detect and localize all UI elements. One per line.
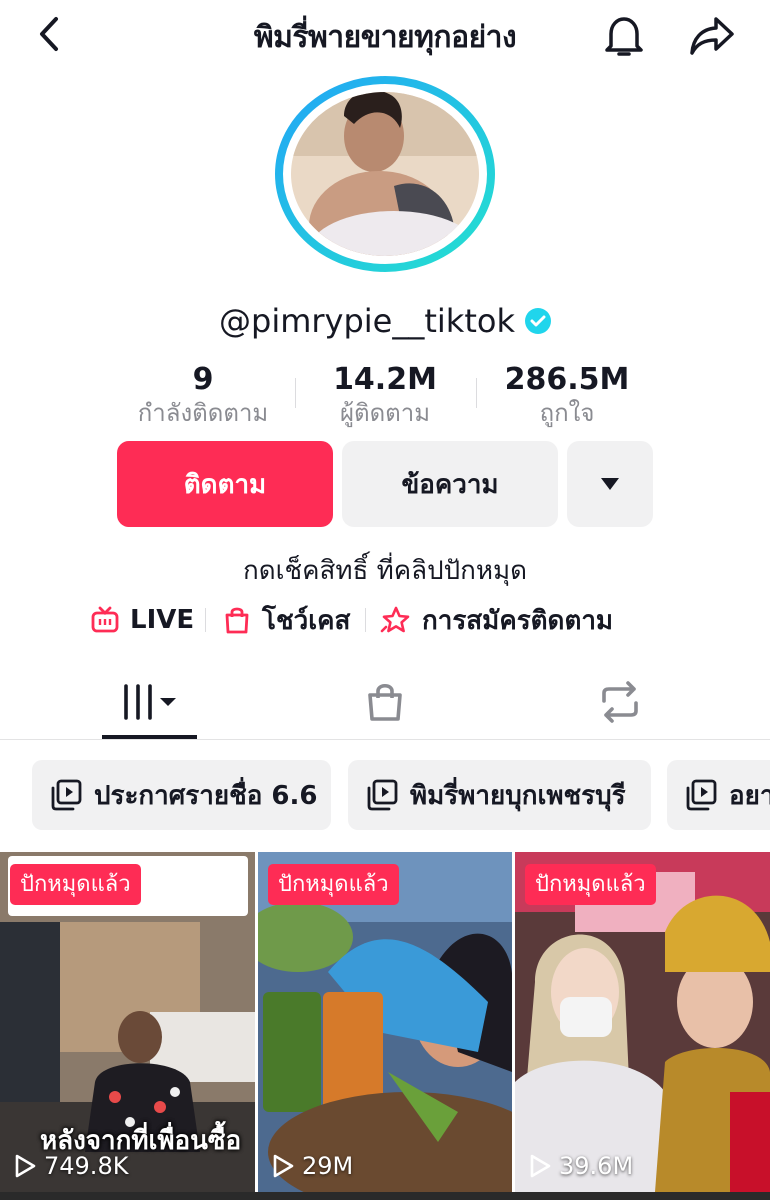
share-arrow-icon xyxy=(690,17,734,55)
play-icon xyxy=(273,1154,294,1178)
divider xyxy=(205,608,206,632)
stat-likes[interactable]: 286.5M ถูกใจ xyxy=(478,362,656,428)
share-button[interactable] xyxy=(684,12,740,60)
more-dropdown-button[interactable] xyxy=(567,441,653,527)
avatar-image xyxy=(275,76,495,272)
playlist-icon xyxy=(686,779,717,811)
stat-value: 286.5M xyxy=(504,362,630,397)
playlist-icon xyxy=(51,779,82,811)
video-thumbnail[interactable]: ปักหมุดแล้ว หลังจากที่เพื่อนซื้อ 749.8K xyxy=(0,852,255,1192)
repost-icon xyxy=(602,681,638,723)
playlist-chip[interactable]: ประกาศรายชื่อ 6.6 xyxy=(32,760,331,830)
playlist-label: อยา xyxy=(729,780,770,811)
username-row: @pimrypie__tiktok xyxy=(0,302,770,340)
bio-text: กดเช็คสิทธิ์ ที่คลิปปักหมุด xyxy=(242,556,528,586)
divider xyxy=(365,608,366,632)
stat-following[interactable]: 9 กำลังติดตาม xyxy=(112,362,294,428)
playlist-icon xyxy=(367,779,398,811)
caret-down-icon xyxy=(601,478,619,490)
stat-value: 9 xyxy=(192,362,214,397)
play-icon xyxy=(15,1154,36,1178)
stat-label: กำลังติดตาม xyxy=(137,399,269,427)
view-count-value: 749.8K xyxy=(44,1152,129,1180)
pinned-badge: ปักหมุดแล้ว xyxy=(10,864,141,905)
stats-row: 9 กำลังติดตาม 14.2M ผู้ติดตาม 286.5M ถูก… xyxy=(0,362,770,432)
avatar[interactable] xyxy=(274,76,496,272)
live-link[interactable]: LIVE xyxy=(90,600,194,640)
username: @pimrypie__tiktok xyxy=(219,302,515,340)
grid-icon xyxy=(123,684,176,720)
back-button[interactable] xyxy=(28,12,72,56)
star-subscription-icon xyxy=(380,606,410,633)
playlist-row: ประกาศรายชื่อ 6.6 พิมรี่พายบุกเพชรบุรี อ… xyxy=(0,760,770,832)
video-thumbnail[interactable]: ปักหมุดแล้ว 39.6M xyxy=(515,852,770,1192)
tv-live-icon xyxy=(91,606,119,633)
video-thumbnail[interactable]: ปักหมุดแล้ว 29M xyxy=(258,852,512,1192)
view-count: 749.8K xyxy=(14,1152,128,1180)
pinned-badge: ปักหมุดแล้ว xyxy=(268,864,399,905)
shopping-bag-icon xyxy=(225,607,249,634)
showcase-link[interactable]: โชว์เคส xyxy=(222,600,350,640)
view-count-value: 29M xyxy=(302,1152,354,1180)
shopping-bag-icon xyxy=(368,683,402,721)
chevron-left-icon xyxy=(40,17,58,51)
stat-label: ผู้ติดตาม xyxy=(339,399,431,427)
page-title: พิมรี่พายขายทุกอย่าง xyxy=(253,20,517,55)
view-count: 39.6M xyxy=(529,1152,633,1180)
subscription-link-label: การสมัครติดตาม xyxy=(422,605,614,636)
active-tab-indicator xyxy=(102,735,197,739)
message-button[interactable]: ข้อความ xyxy=(342,441,558,527)
playlist-label: ประกาศรายชื่อ 6.6 xyxy=(94,780,318,811)
bell-icon xyxy=(605,17,643,56)
view-count-value: 39.6M xyxy=(559,1152,634,1180)
stat-value: 14.2M xyxy=(333,362,437,397)
tab-shop[interactable] xyxy=(340,666,430,738)
playlist-chip[interactable]: อยา xyxy=(667,760,770,830)
playlist-label: พิมรี่พายบุกเพชรบุรี xyxy=(410,780,626,811)
content-tabs xyxy=(0,666,770,740)
divider xyxy=(476,378,477,408)
subscription-link[interactable]: การสมัครติดตาม xyxy=(380,600,613,640)
video-grid: ปักหมุดแล้ว หลังจากที่เพื่อนซื้อ 749.8K … xyxy=(0,852,770,1200)
stat-label: ถูกใจ xyxy=(539,399,595,427)
notification-button[interactable] xyxy=(600,12,648,60)
showcase-link-label: โชว์เคส xyxy=(262,605,351,636)
top-bar: พิมรี่พายขายทุกอย่าง xyxy=(0,0,770,70)
tab-reposts[interactable] xyxy=(575,666,665,738)
stat-followers[interactable]: 14.2M ผู้ติดตาม xyxy=(296,362,474,428)
profile-links: LIVE โชว์เคส การสมัครติดตาม xyxy=(0,600,770,640)
playlist-chip[interactable]: พิมรี่พายบุกเพชรบุรี xyxy=(348,760,651,830)
tab-videos[interactable] xyxy=(102,666,197,738)
follow-button[interactable]: ติดตาม xyxy=(117,441,333,527)
view-count: 29M xyxy=(272,1152,353,1180)
action-buttons: ติดตาม ข้อความ xyxy=(0,441,770,527)
play-icon xyxy=(530,1154,551,1178)
verified-badge-icon xyxy=(524,308,551,334)
pinned-badge: ปักหมุดแล้ว xyxy=(525,864,656,905)
next-row-edge xyxy=(0,1192,770,1200)
live-link-label: LIVE xyxy=(130,605,195,635)
